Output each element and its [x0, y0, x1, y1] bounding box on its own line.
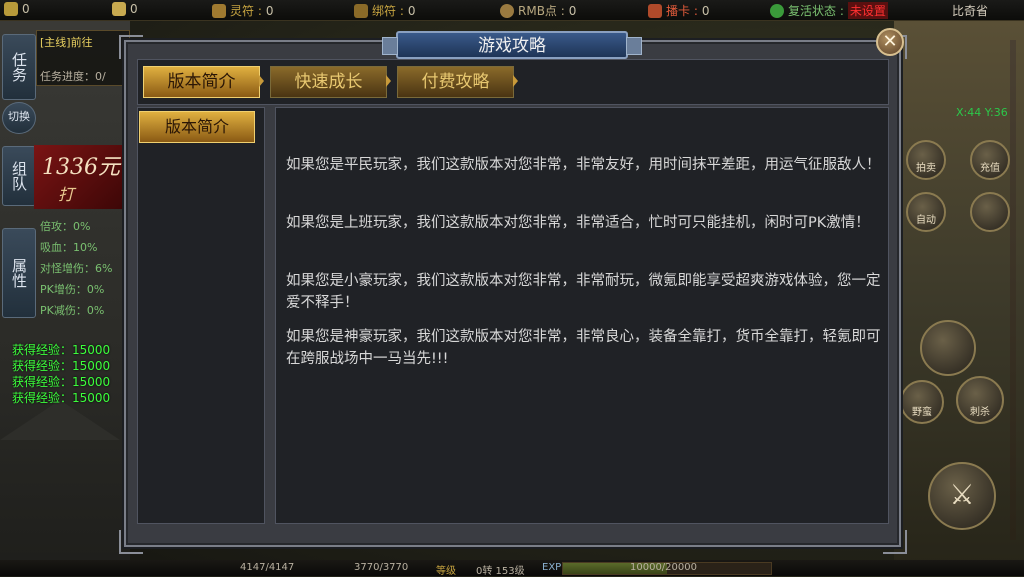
subtab-version-intro[interactable]: 版本简介 — [139, 111, 255, 143]
level-label: 等级 — [436, 566, 456, 577]
savage-skill-button[interactable]: 野蛮 — [900, 380, 944, 424]
stat-value: 0 — [701, 3, 710, 18]
stat-value: 0 — [265, 3, 274, 18]
team-tab[interactable]: 组队 — [2, 146, 36, 206]
tab-fast-growth[interactable]: 快速成长 — [270, 66, 391, 98]
switch-label: 切换 — [8, 110, 30, 123]
attr-item: 对怪增伤：6% — [40, 262, 113, 275]
server-name: 比奇省 — [951, 4, 988, 18]
stat-value: 0 — [568, 3, 577, 18]
top-stat-2: 0 — [112, 2, 138, 16]
map-coordinates: X:44 Y:36 — [956, 106, 1008, 119]
skill-label: 刺杀 — [970, 407, 990, 418]
stat-value: 未设置 — [847, 2, 888, 19]
quest-progress: 任务进度：0/ — [40, 70, 106, 83]
dialog-title: 游戏攻略 — [382, 31, 642, 59]
scene-pole — [1010, 40, 1016, 540]
stat-label: 绑符 : — [372, 4, 404, 18]
assassinate-skill-button[interactable]: 刺杀 — [956, 376, 1004, 424]
quest-title: [主线]前往 — [40, 36, 93, 49]
guide-paragraph: 如果您是平民玩家，我们这款版本对您非常，非常友好，用时间抹平差距，用运气征服敌人… — [286, 157, 881, 173]
building-roof — [0, 400, 120, 440]
talisman-icon — [212, 3, 226, 18]
skill-label: 野蛮 — [912, 407, 932, 418]
attr-item: PK增伤：0% — [40, 283, 105, 296]
frame-corner — [119, 530, 143, 554]
top-stat-revive[interactable]: 复活状态 : 未设置 — [770, 2, 888, 19]
attr-item: 吸血：10% — [40, 241, 98, 254]
top-status-bar: 0 0 灵符 : 0 绑符 : 0 RMB点 : 0 播卡 : 0 复活状态 :… — [0, 0, 1024, 21]
skill-label: 自动 — [916, 215, 936, 226]
frame-corner — [883, 530, 907, 554]
exp-gain-log: 获得经验：15000 获得经验：15000 获得经验：15000 获得经验：15… — [12, 342, 110, 406]
stat-value: 0 — [130, 2, 138, 16]
stat-label: 复活状态 : — [788, 4, 844, 18]
attribute-list: 倍攻：0% 吸血：10% 对怪增伤：6% PK增伤：0% PK减伤：0% — [40, 216, 112, 321]
guide-paragraph: 如果您是神豪玩家，我们这款版本对您非常，非常良心，装备全靠打，货币全靠打，轻氪即… — [286, 329, 881, 367]
task-tab-label: 任务 — [10, 52, 28, 82]
tab-payment-guide[interactable]: 付费攻略 — [397, 66, 518, 98]
exp-log-line: 获得经验：15000 — [12, 359, 111, 373]
close-icon: ✕ — [882, 31, 898, 52]
attack-button[interactable]: ⚔ — [928, 462, 996, 530]
frame-corner — [119, 35, 143, 59]
guide-paragraph: 如果您是上班玩家，我们这款版本对您非常，非常适合，忙时可只能挂机，闲时可PK激情… — [286, 215, 870, 231]
recharge-button[interactable]: 充值 — [970, 140, 1010, 180]
stat-label: 播卡 : — [666, 4, 698, 18]
promo-label: 打 — [58, 185, 75, 204]
task-tab[interactable]: 任务 — [2, 34, 36, 100]
bound-talisman-icon — [354, 3, 368, 18]
stat-label: 灵符 : — [230, 4, 262, 18]
stat-value: 0 — [407, 3, 416, 18]
top-stat-1: 0 — [4, 2, 30, 16]
close-button[interactable]: ✕ — [876, 28, 904, 56]
recharge-promo-banner[interactable]: 1336元 打 — [34, 145, 130, 209]
auto-button[interactable]: 自动 — [906, 192, 946, 232]
exp-label: EXP — [542, 562, 562, 573]
revive-icon — [770, 3, 784, 18]
currency-icon — [4, 2, 18, 16]
attribute-tab[interactable]: 属性 — [2, 228, 36, 318]
exp-log-line: 获得经验：15000 — [12, 375, 111, 389]
attr-item: PK减伤：0% — [40, 304, 105, 317]
quest-panel[interactable]: [主线]前往 任务进度：0/ — [36, 30, 130, 86]
rmb-icon — [500, 3, 514, 18]
skill-label: 拍卖 — [916, 163, 936, 174]
mp-value: 3770/3770 — [354, 562, 409, 573]
auction-button[interactable]: 拍卖 — [906, 140, 946, 180]
top-stat-lingfu: 灵符 : 0 — [212, 2, 274, 19]
gold-icon — [112, 2, 126, 16]
tab-version-intro[interactable]: 版本简介 — [143, 66, 264, 98]
top-stat-card: 播卡 : 0 — [648, 2, 710, 19]
stat-label: RMB点 : — [518, 4, 565, 18]
guide-paragraph: 如果您是小豪玩家，我们这款版本对您非常，非常耐玩，微氪即能享受超爽游戏体验，您一… — [286, 273, 881, 311]
skill-label: 充值 — [980, 163, 1000, 174]
card-icon — [648, 3, 662, 18]
exp-log-line: 获得经验：15000 — [12, 343, 111, 357]
attribute-tab-label: 属性 — [10, 258, 28, 288]
top-stat-rmb: RMB点 : 0 — [500, 2, 576, 19]
switch-button[interactable]: 切换 — [2, 102, 36, 134]
skill-slot[interactable] — [920, 320, 976, 376]
attr-item: 倍攻：0% — [40, 220, 91, 233]
stat-value: 0 — [22, 2, 30, 16]
exp-value: 10000/20000 — [630, 562, 697, 573]
skill-slot[interactable] — [970, 192, 1010, 232]
subtab-list — [137, 107, 265, 524]
promo-amount: 1336元 — [42, 155, 120, 180]
hp-value: 4147/4147 — [240, 562, 295, 573]
team-tab-label: 组队 — [10, 161, 28, 191]
bottom-status-bar: 4147/4147 3770/3770 等级 0转 153级 EXP 10000… — [0, 560, 1024, 577]
top-stat-bangfu: 绑符 : 0 — [354, 2, 416, 19]
sword-icon: ⚔ — [949, 478, 975, 511]
exp-log-line: 获得经验：15000 — [12, 391, 111, 405]
level-value: 0转 153级 — [476, 566, 525, 577]
